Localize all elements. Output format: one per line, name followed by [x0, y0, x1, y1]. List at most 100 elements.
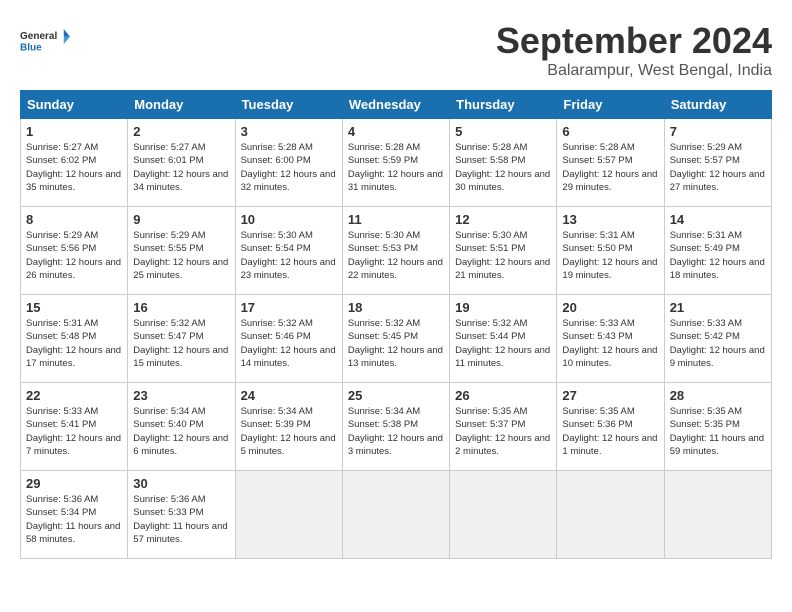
calendar-cell	[664, 471, 771, 559]
day-number: 25	[348, 388, 444, 403]
calendar-week-3: 15 Sunrise: 5:31 AM Sunset: 5:48 PM Dayl…	[21, 295, 772, 383]
calendar-cell: 12 Sunrise: 5:30 AM Sunset: 5:51 PM Dayl…	[450, 207, 557, 295]
day-number: 6	[562, 124, 658, 139]
title-block: September 2024 Balarampur, West Bengal, …	[496, 20, 772, 80]
calendar-cell: 5 Sunrise: 5:28 AM Sunset: 5:58 PM Dayli…	[450, 119, 557, 207]
svg-text:General: General	[20, 31, 57, 42]
day-info: Sunrise: 5:30 AM Sunset: 5:51 PM Dayligh…	[455, 229, 551, 282]
day-info: Sunrise: 5:34 AM Sunset: 5:38 PM Dayligh…	[348, 405, 444, 458]
calendar-header-row: Sunday Monday Tuesday Wednesday Thursday…	[21, 91, 772, 119]
day-info: Sunrise: 5:35 AM Sunset: 5:37 PM Dayligh…	[455, 405, 551, 458]
day-info: Sunrise: 5:30 AM Sunset: 5:54 PM Dayligh…	[241, 229, 337, 282]
day-info: Sunrise: 5:28 AM Sunset: 5:59 PM Dayligh…	[348, 141, 444, 194]
calendar-cell: 13 Sunrise: 5:31 AM Sunset: 5:50 PM Dayl…	[557, 207, 664, 295]
day-info: Sunrise: 5:32 AM Sunset: 5:46 PM Dayligh…	[241, 317, 337, 370]
day-number: 12	[455, 212, 551, 227]
day-number: 2	[133, 124, 229, 139]
calendar-cell: 26 Sunrise: 5:35 AM Sunset: 5:37 PM Dayl…	[450, 383, 557, 471]
day-info: Sunrise: 5:35 AM Sunset: 5:35 PM Dayligh…	[670, 405, 766, 458]
day-number: 10	[241, 212, 337, 227]
day-info: Sunrise: 5:33 AM Sunset: 5:42 PM Dayligh…	[670, 317, 766, 370]
day-info: Sunrise: 5:34 AM Sunset: 5:40 PM Dayligh…	[133, 405, 229, 458]
calendar-week-2: 8 Sunrise: 5:29 AM Sunset: 5:56 PM Dayli…	[21, 207, 772, 295]
header-thursday: Thursday	[450, 91, 557, 119]
day-info: Sunrise: 5:27 AM Sunset: 6:01 PM Dayligh…	[133, 141, 229, 194]
calendar-cell: 18 Sunrise: 5:32 AM Sunset: 5:45 PM Dayl…	[342, 295, 449, 383]
calendar-cell: 16 Sunrise: 5:32 AM Sunset: 5:47 PM Dayl…	[128, 295, 235, 383]
day-info: Sunrise: 5:29 AM Sunset: 5:55 PM Dayligh…	[133, 229, 229, 282]
header-saturday: Saturday	[664, 91, 771, 119]
calendar-cell: 11 Sunrise: 5:30 AM Sunset: 5:53 PM Dayl…	[342, 207, 449, 295]
calendar-cell: 6 Sunrise: 5:28 AM Sunset: 5:57 PM Dayli…	[557, 119, 664, 207]
day-number: 30	[133, 476, 229, 491]
day-number: 18	[348, 300, 444, 315]
calendar-cell: 2 Sunrise: 5:27 AM Sunset: 6:01 PM Dayli…	[128, 119, 235, 207]
calendar-cell: 25 Sunrise: 5:34 AM Sunset: 5:38 PM Dayl…	[342, 383, 449, 471]
day-number: 28	[670, 388, 766, 403]
day-number: 11	[348, 212, 444, 227]
calendar-table: Sunday Monday Tuesday Wednesday Thursday…	[20, 90, 772, 559]
calendar-cell: 8 Sunrise: 5:29 AM Sunset: 5:56 PM Dayli…	[21, 207, 128, 295]
calendar-cell: 24 Sunrise: 5:34 AM Sunset: 5:39 PM Dayl…	[235, 383, 342, 471]
day-info: Sunrise: 5:31 AM Sunset: 5:48 PM Dayligh…	[26, 317, 122, 370]
calendar-cell: 9 Sunrise: 5:29 AM Sunset: 5:55 PM Dayli…	[128, 207, 235, 295]
calendar-week-1: 1 Sunrise: 5:27 AM Sunset: 6:02 PM Dayli…	[21, 119, 772, 207]
calendar-cell	[557, 471, 664, 559]
calendar-week-5: 29 Sunrise: 5:36 AM Sunset: 5:34 PM Dayl…	[21, 471, 772, 559]
calendar-cell: 23 Sunrise: 5:34 AM Sunset: 5:40 PM Dayl…	[128, 383, 235, 471]
location-subtitle: Balarampur, West Bengal, India	[496, 62, 772, 80]
day-number: 15	[26, 300, 122, 315]
calendar-cell: 28 Sunrise: 5:35 AM Sunset: 5:35 PM Dayl…	[664, 383, 771, 471]
calendar-cell: 17 Sunrise: 5:32 AM Sunset: 5:46 PM Dayl…	[235, 295, 342, 383]
day-info: Sunrise: 5:34 AM Sunset: 5:39 PM Dayligh…	[241, 405, 337, 458]
day-info: Sunrise: 5:29 AM Sunset: 5:57 PM Dayligh…	[670, 141, 766, 194]
calendar-cell: 21 Sunrise: 5:33 AM Sunset: 5:42 PM Dayl…	[664, 295, 771, 383]
day-number: 17	[241, 300, 337, 315]
calendar-cell: 10 Sunrise: 5:30 AM Sunset: 5:54 PM Dayl…	[235, 207, 342, 295]
day-info: Sunrise: 5:31 AM Sunset: 5:49 PM Dayligh…	[670, 229, 766, 282]
day-info: Sunrise: 5:35 AM Sunset: 5:36 PM Dayligh…	[562, 405, 658, 458]
day-number: 8	[26, 212, 122, 227]
day-info: Sunrise: 5:33 AM Sunset: 5:43 PM Dayligh…	[562, 317, 658, 370]
header-monday: Monday	[128, 91, 235, 119]
day-info: Sunrise: 5:29 AM Sunset: 5:56 PM Dayligh…	[26, 229, 122, 282]
day-number: 5	[455, 124, 551, 139]
calendar-cell: 22 Sunrise: 5:33 AM Sunset: 5:41 PM Dayl…	[21, 383, 128, 471]
header-wednesday: Wednesday	[342, 91, 449, 119]
day-number: 4	[348, 124, 444, 139]
calendar-week-4: 22 Sunrise: 5:33 AM Sunset: 5:41 PM Dayl…	[21, 383, 772, 471]
day-info: Sunrise: 5:28 AM Sunset: 5:57 PM Dayligh…	[562, 141, 658, 194]
day-number: 9	[133, 212, 229, 227]
calendar-cell: 15 Sunrise: 5:31 AM Sunset: 5:48 PM Dayl…	[21, 295, 128, 383]
calendar-cell: 29 Sunrise: 5:36 AM Sunset: 5:34 PM Dayl…	[21, 471, 128, 559]
day-info: Sunrise: 5:32 AM Sunset: 5:47 PM Dayligh…	[133, 317, 229, 370]
day-info: Sunrise: 5:32 AM Sunset: 5:44 PM Dayligh…	[455, 317, 551, 370]
day-number: 1	[26, 124, 122, 139]
day-info: Sunrise: 5:33 AM Sunset: 5:41 PM Dayligh…	[26, 405, 122, 458]
calendar-cell: 7 Sunrise: 5:29 AM Sunset: 5:57 PM Dayli…	[664, 119, 771, 207]
day-info: Sunrise: 5:31 AM Sunset: 5:50 PM Dayligh…	[562, 229, 658, 282]
day-info: Sunrise: 5:30 AM Sunset: 5:53 PM Dayligh…	[348, 229, 444, 282]
day-info: Sunrise: 5:28 AM Sunset: 5:58 PM Dayligh…	[455, 141, 551, 194]
calendar-cell: 30 Sunrise: 5:36 AM Sunset: 5:33 PM Dayl…	[128, 471, 235, 559]
day-number: 20	[562, 300, 658, 315]
day-info: Sunrise: 5:28 AM Sunset: 6:00 PM Dayligh…	[241, 141, 337, 194]
month-title: September 2024	[496, 20, 772, 62]
day-info: Sunrise: 5:32 AM Sunset: 5:45 PM Dayligh…	[348, 317, 444, 370]
day-number: 16	[133, 300, 229, 315]
day-info: Sunrise: 5:36 AM Sunset: 5:34 PM Dayligh…	[26, 493, 122, 546]
calendar-cell	[450, 471, 557, 559]
calendar-cell: 19 Sunrise: 5:32 AM Sunset: 5:44 PM Dayl…	[450, 295, 557, 383]
header-tuesday: Tuesday	[235, 91, 342, 119]
day-number: 19	[455, 300, 551, 315]
calendar-cell: 14 Sunrise: 5:31 AM Sunset: 5:49 PM Dayl…	[664, 207, 771, 295]
day-info: Sunrise: 5:36 AM Sunset: 5:33 PM Dayligh…	[133, 493, 229, 546]
logo: General Blue	[20, 20, 70, 62]
day-number: 22	[26, 388, 122, 403]
day-number: 24	[241, 388, 337, 403]
calendar-cell: 4 Sunrise: 5:28 AM Sunset: 5:59 PM Dayli…	[342, 119, 449, 207]
day-number: 14	[670, 212, 766, 227]
logo-icon: General Blue	[20, 20, 70, 62]
day-number: 23	[133, 388, 229, 403]
calendar-cell	[235, 471, 342, 559]
